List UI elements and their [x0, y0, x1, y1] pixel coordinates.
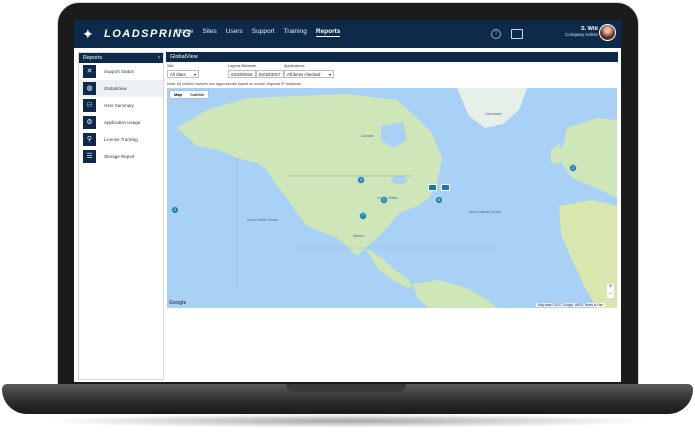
sidebar-item-license-tracking[interactable]: ⚲ License Tracking [79, 131, 163, 148]
zoom-out-button[interactable]: − [607, 291, 614, 298]
globe-icon: ◍ [83, 82, 96, 95]
map-marker[interactable]: 8 [435, 196, 443, 204]
flag-marker-icon[interactable] [441, 184, 450, 191]
nav-sites[interactable]: Sites [202, 28, 216, 37]
filter-bar: Site All Sites ▾ Logons Between 04/18/20… [166, 62, 618, 86]
chat-icon[interactable] [511, 29, 523, 39]
chevron-down-icon: ▾ [193, 72, 196, 77]
site-label: Site [167, 64, 174, 68]
map-note: Note: All plotted markers are approximat… [167, 82, 302, 86]
map-marker[interactable]: 7 [359, 212, 367, 220]
server-icon: ☰ [83, 150, 96, 163]
label-north-pacific: North Pacific Ocean [247, 218, 279, 222]
app-screen: ✦ LOADSPRING Home Sites Users Support Tr… [74, 20, 621, 382]
sidebar-item-application-usage[interactable]: ⚙ Application Usage [79, 114, 163, 131]
main-nav: Home Sites Users Support Training Report… [176, 28, 341, 37]
nav-support[interactable]: Support [252, 28, 275, 37]
laptop-shadow [40, 414, 655, 428]
date-from-input[interactable]: 04/18/2016 [228, 70, 256, 78]
tab-satellite[interactable]: Satellite [186, 91, 208, 98]
sidebar-item-globalview[interactable]: ◍ GlobalView [79, 80, 163, 97]
sidebar-item-label: Application Usage [104, 120, 141, 125]
sidebar-item-label: Support Status [104, 69, 134, 74]
sidebar-item-support-status[interactable]: ✕ Support Status [79, 63, 163, 80]
reports-sidebar: Reports ‹ ✕ Support Status ◍ GlobalView … [78, 52, 164, 380]
sidebar-item-label: GlobalView [104, 86, 127, 91]
laptop-notch [286, 384, 406, 392]
top-navigation-bar: ✦ LOADSPRING Home Sites Users Support Tr… [74, 20, 621, 48]
sidebar-item-label: License Tracking [104, 137, 138, 142]
sidebar-item-label: Storage Report [104, 154, 135, 159]
avatar[interactable] [599, 24, 616, 41]
nav-users[interactable]: Users [226, 28, 243, 37]
panel-title: GlobalView [166, 52, 618, 62]
gears-icon: ⚙ [83, 116, 96, 129]
map-attribution[interactable]: Map data ©2017 Google, INEGI Terms of Us… [536, 303, 605, 307]
nav-reports[interactable]: Reports [315, 28, 341, 37]
map-type-toggle: Map Satellite [170, 91, 209, 98]
applications-select[interactable]: All items checked ▾ [284, 70, 334, 78]
collapse-chevron-icon[interactable]: ‹ [158, 53, 160, 63]
user-menu[interactable]: S. Witt Company Admin [548, 26, 598, 37]
user-role: Company Admin [564, 32, 598, 37]
google-logo: Google [169, 300, 187, 306]
label-mexico: Mexico [353, 234, 365, 238]
date-to-input[interactable]: 04/18/2017 [256, 70, 284, 78]
nav-home[interactable]: Home [176, 28, 193, 37]
logons-label: Logons Between [228, 64, 257, 68]
tab-map[interactable]: Map [170, 91, 186, 98]
label-greenland: Greenland [485, 112, 502, 116]
map-marker[interactable]: 3 [357, 176, 365, 184]
sidebar-item-label: User Summary [104, 103, 135, 108]
map-marker[interactable]: 2 [171, 206, 179, 214]
site-select-value: All Sites [170, 72, 186, 77]
sidebar-item-user-summary[interactable]: ⚇ User Summary [79, 97, 163, 114]
sidebar-item-storage-report[interactable]: ☰ Storage Report [79, 148, 163, 165]
sidebar-title: Reports [83, 55, 103, 61]
zoom-in-button[interactable]: + [607, 284, 614, 291]
users-icon: ⚇ [83, 99, 96, 112]
world-map[interactable]: Map Satellite Canada Greenland United St… [167, 88, 617, 308]
sidebar-header: Reports ‹ [79, 53, 163, 63]
site-select[interactable]: All Sites ▾ [167, 70, 199, 78]
label-canada: Canada [361, 134, 374, 138]
zoom-control: + − [607, 284, 614, 298]
map-marker[interactable]: 2 [569, 164, 577, 172]
help-icon[interactable]: ? [491, 29, 501, 39]
applications-label: Applications [284, 64, 305, 68]
runner-logo-icon: ✦ [82, 26, 94, 42]
label-north-atlantic: North Atlantic Ocean [469, 210, 502, 214]
search-icon: ⚲ [83, 133, 96, 146]
chevron-down-icon: ▾ [328, 72, 331, 77]
nav-training[interactable]: Training [284, 28, 307, 37]
tools-icon: ✕ [83, 65, 96, 78]
globalview-panel: GlobalView Site All Sites ▾ Logons Betwe… [166, 52, 618, 378]
flag-marker-icon[interactable] [428, 184, 437, 191]
applications-select-value: All items checked [287, 72, 321, 77]
